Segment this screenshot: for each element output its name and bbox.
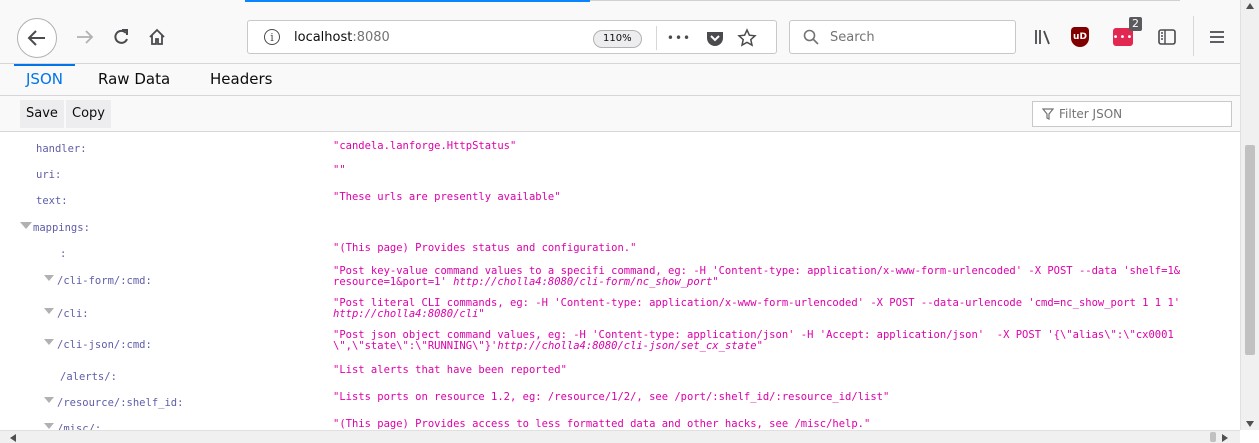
sidebar-icon (1158, 29, 1176, 45)
json-value: "(This page) Provides access to less for… (333, 418, 871, 430)
json-value-line2: \",\"state\":\"RUNNING\"}' (333, 340, 498, 352)
url-separator (656, 26, 657, 50)
back-button[interactable] (17, 18, 57, 58)
json-key[interactable]: /cli: (57, 308, 89, 320)
json-value-end: " (756, 340, 763, 352)
json-value-end: " (478, 308, 485, 320)
json-value: "" (333, 164, 346, 176)
json-link[interactable]: http://cholla4:8080/cli-json/set_cx_stat… (497, 340, 756, 352)
url-port: :8080 (352, 29, 390, 45)
menu-button[interactable] (1204, 24, 1230, 50)
json-value-line2: resource=1&port=1' (333, 276, 454, 288)
filter-placeholder: Filter JSON (1059, 107, 1123, 121)
vertical-scroll-thumb[interactable] (1245, 145, 1255, 355)
menu-icon (1210, 31, 1224, 43)
url-host: localhost (294, 29, 353, 45)
ublock-icon: uD (1071, 27, 1089, 47)
json-viewer-toolbar: Save Copy Filter JSON (0, 96, 1240, 132)
json-link[interactable]: http://cholla4:8080/cli (333, 308, 478, 320)
home-button[interactable] (142, 22, 172, 52)
expand-triangle-icon[interactable] (44, 275, 54, 281)
ublock-button[interactable]: uD (1067, 24, 1093, 50)
json-key[interactable]: /misc/: (57, 423, 101, 430)
forward-button[interactable] (70, 22, 100, 52)
browser-toolbar: i localhost:8080 110% ••• Search uD ••• … (0, 0, 1240, 64)
expand-triangle-icon[interactable] (44, 397, 54, 403)
copy-button[interactable]: Copy (66, 100, 111, 128)
tab-headers[interactable]: Headers (198, 64, 284, 95)
tab-json[interactable]: JSON (14, 64, 75, 95)
json-key[interactable]: text: (36, 195, 68, 207)
save-button[interactable]: Save (20, 100, 64, 128)
expand-triangle-icon[interactable] (20, 222, 32, 229)
json-key[interactable]: /cli-json/:cmd: (57, 339, 152, 351)
json-key[interactable]: /cli-form/:cmd: (57, 275, 152, 287)
reload-icon (114, 29, 128, 44)
json-value: "Post literal CLI commands, eg: -H 'Cont… (333, 298, 1180, 320)
expand-triangle-icon[interactable] (44, 339, 54, 345)
extension-button[interactable]: ••• 2 (1110, 17, 1142, 50)
json-key[interactable]: uri: (36, 169, 61, 181)
extension-badge: 2 (1129, 17, 1142, 31)
json-key[interactable]: /resource/:shelf_id: (57, 397, 183, 409)
json-value: "Post key-value command values to a spec… (333, 266, 1180, 288)
horizontal-scrollbar[interactable] (0, 430, 1240, 443)
json-value: "(This page) Provides status and configu… (333, 242, 637, 254)
filter-json-input[interactable]: Filter JSON (1032, 101, 1232, 127)
json-value: "Lists ports on resource 1.2, eg: /resou… (333, 391, 890, 403)
tab-strip-border (590, 0, 1180, 10)
json-value: "These urls are presently available" (333, 191, 561, 203)
library-icon[interactable] (1030, 24, 1056, 50)
json-value: "Post json object command values, eg: -H… (333, 330, 1174, 352)
json-tree: handler: "candela.lanforge.HttpStatus" u… (0, 133, 1240, 430)
active-tab-indicator (245, 0, 590, 10)
forward-icon (77, 30, 94, 44)
scroll-right-icon[interactable] (1222, 434, 1228, 442)
reload-button[interactable] (106, 22, 136, 52)
back-icon (27, 30, 45, 46)
vertical-scrollbar[interactable] (1240, 0, 1259, 430)
search-placeholder: Search (830, 29, 875, 45)
scroll-up-icon[interactable] (1246, 3, 1254, 9)
json-value: "candela.lanforge.HttpStatus" (333, 140, 517, 152)
expand-triangle-icon[interactable] (44, 308, 54, 314)
json-value: "List alerts that have been reported" (333, 364, 567, 376)
horizontal-scroll-thumb[interactable] (1210, 432, 1216, 442)
sidebar-button[interactable] (1154, 24, 1180, 50)
json-key[interactable]: /alerts/: (60, 371, 117, 383)
info-icon[interactable]: i (264, 29, 280, 45)
search-icon (802, 28, 820, 46)
json-viewer-tabs: JSON Raw Data Headers (0, 64, 1240, 96)
json-link[interactable]: http://cholla4:8080/cli-form/nc_show_por… (453, 276, 712, 288)
toolbar-separator (1193, 16, 1194, 56)
url-bar[interactable]: i localhost:8080 110% ••• (247, 20, 777, 54)
scroll-left-icon[interactable] (10, 434, 16, 442)
zoom-badge[interactable]: 110% (593, 30, 642, 48)
json-value-end: " (712, 276, 719, 288)
scroll-down-icon[interactable] (1246, 421, 1254, 427)
json-key[interactable]: mappings: (33, 222, 90, 234)
filter-icon (1041, 107, 1055, 121)
pocket-icon[interactable] (704, 27, 726, 49)
search-bar[interactable]: Search (789, 20, 1016, 54)
page-actions-icon[interactable]: ••• (667, 27, 690, 49)
bookmark-star-icon[interactable] (736, 27, 758, 49)
json-key[interactable]: handler: (36, 143, 87, 155)
tab-raw-data[interactable]: Raw Data (86, 64, 182, 95)
json-key[interactable]: : (60, 248, 66, 260)
expand-triangle-icon[interactable] (44, 423, 54, 429)
home-icon (149, 28, 165, 45)
url-text[interactable]: localhost:8080 (294, 30, 390, 45)
